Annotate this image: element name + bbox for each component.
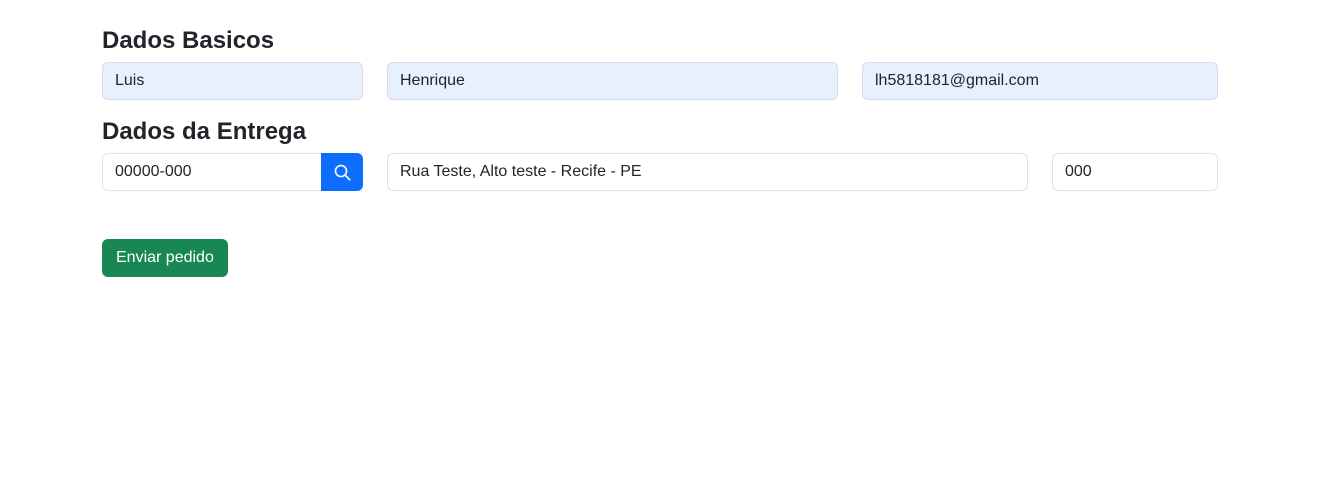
last-name-input[interactable] [387, 62, 838, 100]
cep-input[interactable] [102, 153, 323, 191]
search-icon [334, 164, 351, 181]
cep-search-button[interactable] [321, 153, 363, 191]
order-form: Dados Basicos Dados da Entrega Enviar pe… [0, 0, 1319, 482]
first-name-input[interactable] [102, 62, 363, 100]
submit-order-button[interactable]: Enviar pedido [102, 239, 228, 277]
house-number-input[interactable] [1052, 153, 1218, 191]
basic-data-title: Dados Basicos [102, 27, 275, 54]
email-input[interactable] [862, 62, 1218, 100]
delivery-data-title: Dados da Entrega [102, 118, 307, 145]
address-input[interactable] [387, 153, 1028, 191]
